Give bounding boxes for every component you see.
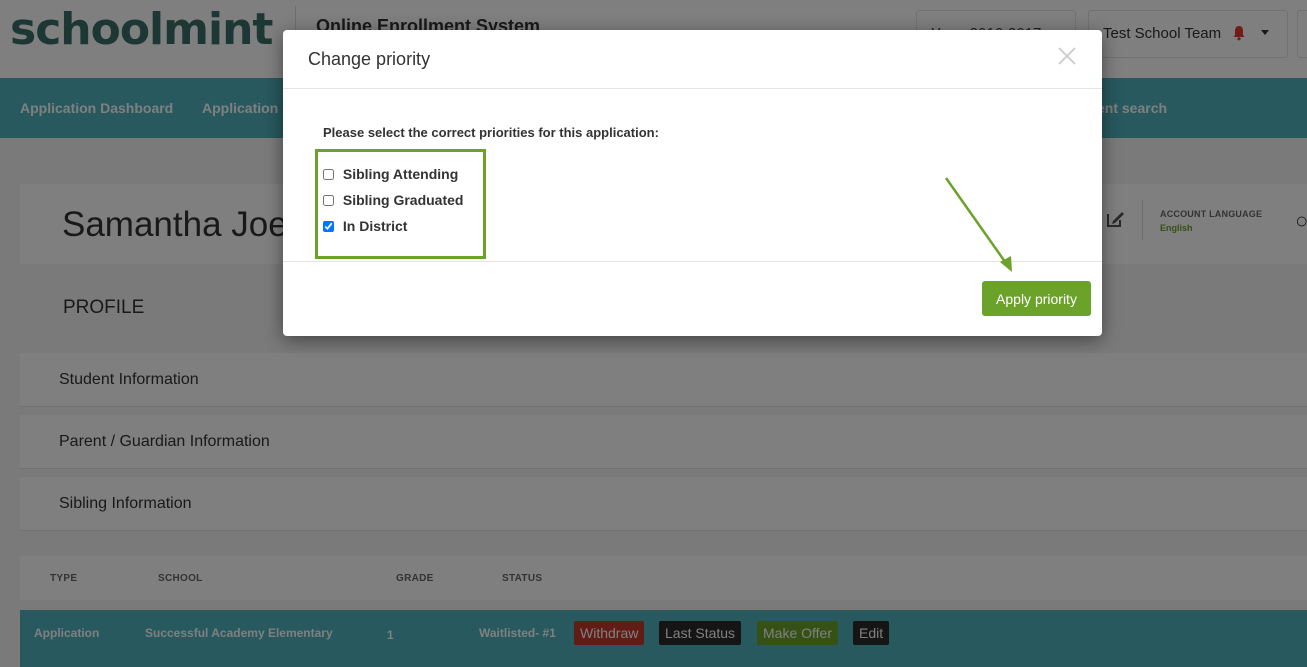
apply-priority-button[interactable]: Apply priority <box>982 281 1091 316</box>
modal-prompt: Please select the correct priorities for… <box>323 125 659 140</box>
close-icon[interactable] <box>1055 44 1079 68</box>
option-in-district[interactable]: In District <box>323 218 407 238</box>
option-label: In District <box>342 218 408 234</box>
option-sibling-graduated[interactable]: Sibling Graduated <box>323 192 463 212</box>
option-label: Sibling Attending <box>342 166 459 182</box>
option-sibling-attending[interactable]: Sibling Attending <box>323 166 458 186</box>
sibling-graduated-checkbox[interactable] <box>323 195 334 206</box>
in-district-checkbox[interactable] <box>323 221 334 232</box>
option-label: Sibling Graduated <box>342 192 464 208</box>
sibling-attending-checkbox[interactable] <box>323 169 334 180</box>
annotation-arrow <box>944 177 1012 272</box>
modal-title: Change priority <box>308 49 431 69</box>
modal-header: Change priority <box>283 30 1102 89</box>
